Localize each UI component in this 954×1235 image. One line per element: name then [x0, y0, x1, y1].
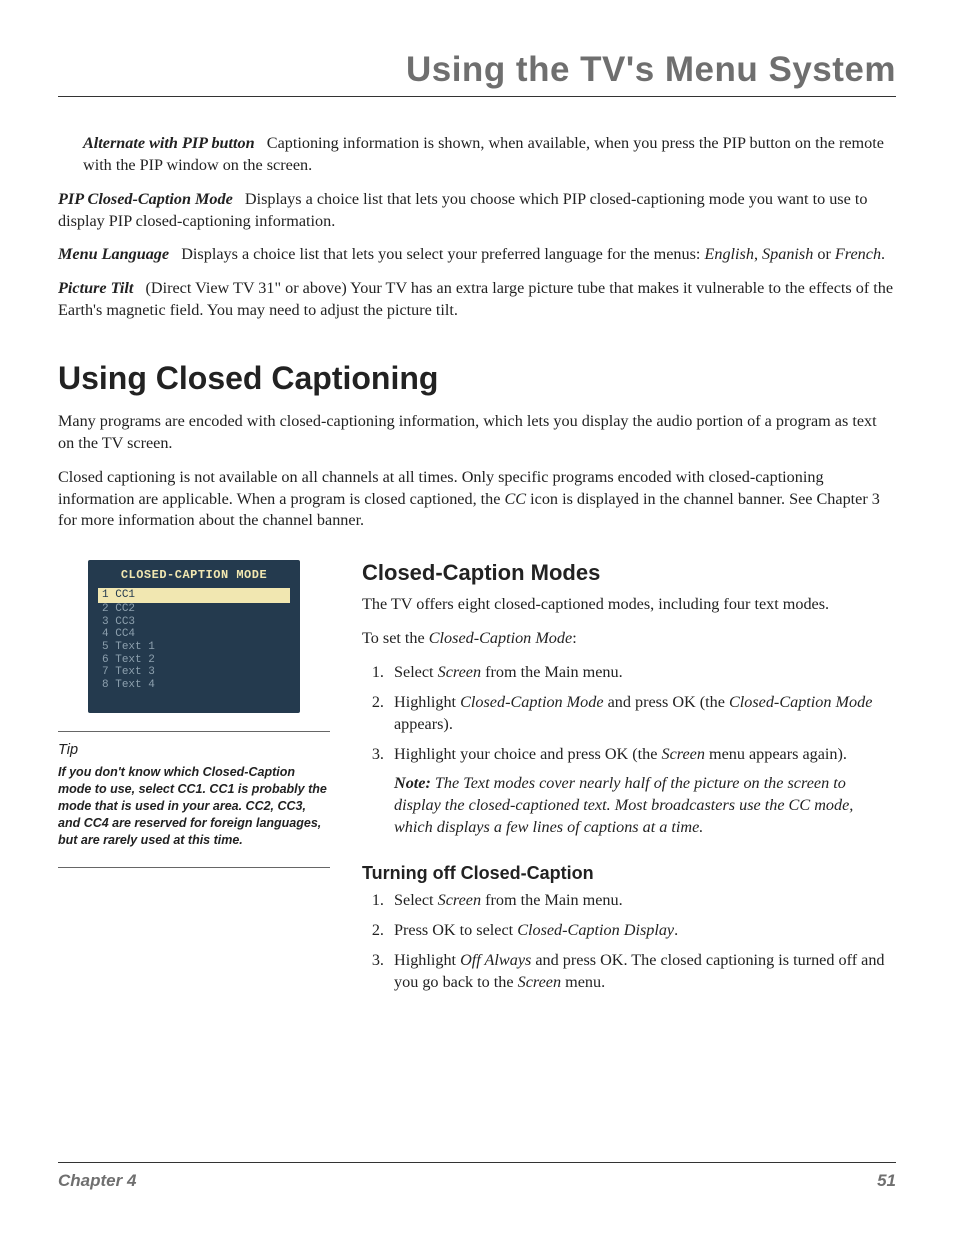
- cc-row: 5 Text 1: [98, 641, 290, 654]
- def-term: PIP Closed-Caption Mode: [58, 190, 233, 208]
- chapter-title: Using the TV's Menu System: [58, 50, 896, 90]
- cc-row: 6 Text 2: [98, 654, 290, 667]
- closed-caption-mode-panel: CLOSED-CAPTION MODE 1 CC1 2 CC2 3 CC3 4 …: [88, 560, 300, 713]
- lang-spanish: Spanish: [762, 245, 813, 263]
- tip-label: Tip: [58, 742, 330, 758]
- cc-panel-title: CLOSED-CAPTION MODE: [98, 568, 290, 582]
- note-text: The Text modes cover nearly half of the …: [394, 774, 853, 836]
- step: Select Screen from the Main menu.: [388, 890, 896, 912]
- cc-row: 2 CC2: [98, 603, 290, 616]
- subheading-cc-modes: Closed-Caption Modes: [362, 560, 896, 586]
- def-term: Alternate with PIP button: [83, 134, 255, 152]
- step: Press OK to select Closed-Caption Displa…: [388, 920, 896, 942]
- section-paragraph: Many programs are encoded with closed-ca…: [58, 411, 896, 455]
- step: Highlight your choice and press OK (the …: [388, 744, 896, 766]
- step: Highlight Closed-Caption Mode and press …: [388, 692, 896, 736]
- title-rule: [58, 96, 896, 97]
- lang-french: French: [835, 245, 881, 263]
- turnoff-steps: Select Screen from the Main menu. Press …: [362, 890, 896, 993]
- def-alternate-pip: Alternate with PIP button Captioning inf…: [83, 133, 896, 177]
- step: Highlight Off Always and press OK. The c…: [388, 950, 896, 994]
- cc-row: 3 CC3: [98, 616, 290, 629]
- lang-english: English: [704, 245, 753, 263]
- def-term: Picture Tilt: [58, 279, 133, 297]
- subheading-turn-off-cc: Turning off Closed-Caption: [362, 863, 896, 884]
- modes-set: To set the Closed-Caption Mode:: [362, 628, 896, 650]
- footer-rule: [58, 1162, 896, 1163]
- cc-row: 8 Text 4: [98, 679, 290, 692]
- sidebar-rule: [58, 731, 330, 732]
- note: Note: The Text modes cover nearly half o…: [394, 773, 896, 839]
- def-menu-language: Menu Language Displays a choice list tha…: [58, 244, 896, 266]
- modes-steps: Select Screen from the Main menu. Highli…: [362, 662, 896, 765]
- def-text-pre: Displays a choice list that lets you sel…: [181, 245, 704, 263]
- def-term: Menu Language: [58, 245, 169, 263]
- sidebar-rule: [58, 867, 330, 868]
- footer: Chapter 4 51: [58, 1162, 896, 1191]
- def-picture-tilt: Picture Tilt (Direct View TV 31" or abov…: [58, 278, 896, 322]
- cc-row: 4 CC4: [98, 628, 290, 641]
- section-heading-closed-captioning: Using Closed Captioning: [58, 360, 896, 397]
- section-paragraph: Closed captioning is not available on al…: [58, 467, 896, 533]
- modes-intro: The TV offers eight closed-captioned mod…: [362, 594, 896, 616]
- note-label: Note:: [394, 774, 431, 792]
- cc-row: 7 Text 3: [98, 666, 290, 679]
- sidebar: CLOSED-CAPTION MODE 1 CC1 2 CC2 3 CC3 4 …: [58, 560, 330, 878]
- cc-icon-label: CC: [505, 490, 527, 508]
- main-column: Closed-Caption Modes The TV offers eight…: [362, 560, 896, 1001]
- footer-chapter: Chapter 4: [58, 1171, 136, 1191]
- footer-page-number: 51: [877, 1171, 896, 1191]
- def-pip-cc: PIP Closed-Caption Mode Displays a choic…: [58, 189, 896, 233]
- def-text: (Direct View TV 31" or above) Your TV ha…: [58, 279, 893, 319]
- step: Select Screen from the Main menu.: [388, 662, 896, 684]
- cc-row-selected: 1 CC1: [98, 588, 290, 603]
- tip-text: If you don't know which Closed-Caption m…: [58, 764, 330, 848]
